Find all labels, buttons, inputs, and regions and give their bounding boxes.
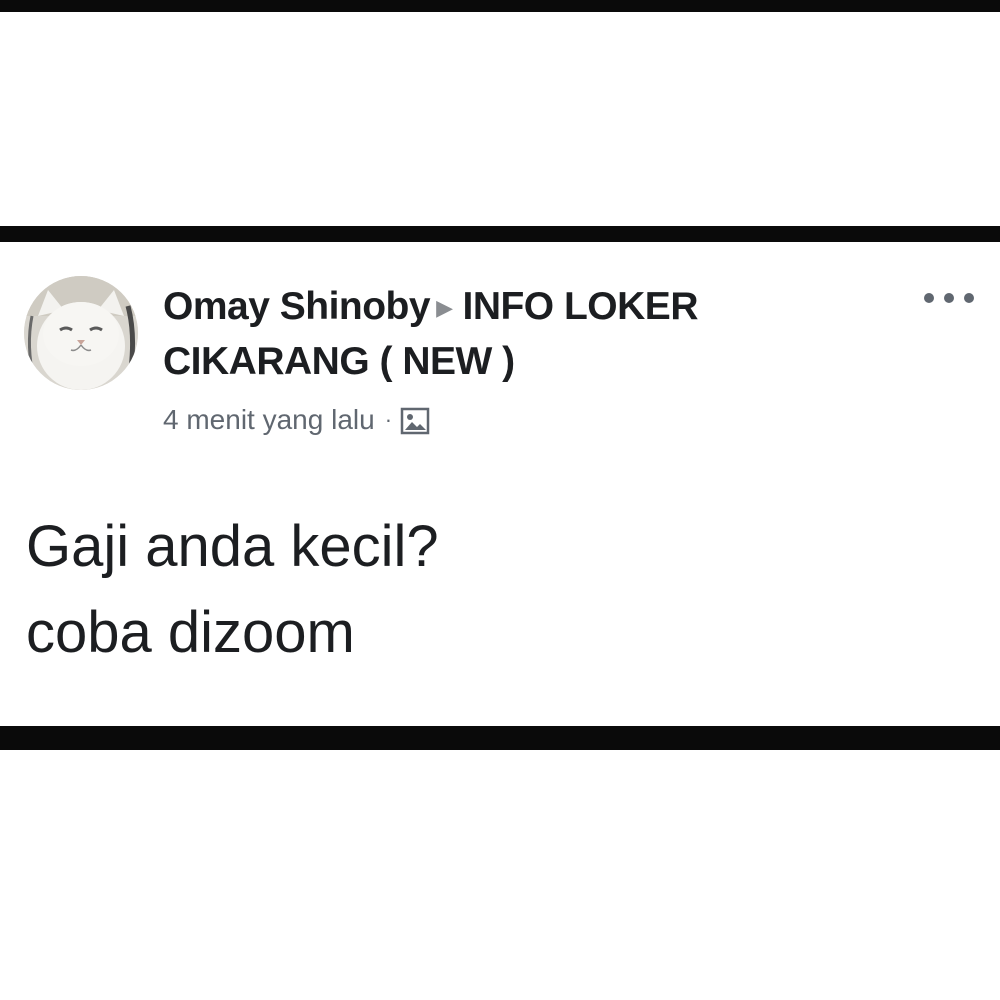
top-black-bar	[0, 0, 1000, 12]
menu-dot	[944, 293, 954, 303]
post-top-border	[0, 226, 1000, 242]
author-name[interactable]: Omay Shinoby	[163, 285, 431, 328]
cat-avatar-icon	[24, 276, 138, 390]
photo-audience-icon	[400, 406, 430, 436]
menu-dot	[924, 293, 934, 303]
post-header: Omay Shinoby ▶ INFO LOKER CIKARANG ( NEW )	[163, 280, 863, 389]
post-body-line-2: coba dizoom	[26, 600, 355, 665]
menu-dot	[964, 293, 974, 303]
facebook-post: Omay Shinoby ▶ INFO LOKER CIKARANG ( NEW )…	[0, 242, 1000, 726]
post-body: Gaji anda kecil? coba dizoom	[26, 504, 439, 676]
post-bottom-border	[0, 726, 1000, 750]
meta-separator: ·	[384, 407, 393, 432]
post-timestamp[interactable]: 4 menit yang lalu	[163, 400, 375, 440]
screenshot-frame: Omay Shinoby ▶ INFO LOKER CIKARANG ( NEW )…	[0, 0, 1000, 1000]
post-meta: 4 menit yang lalu ·	[163, 400, 430, 440]
arrow-right-icon: ▶	[436, 295, 453, 320]
post-body-line-1: Gaji anda kecil?	[26, 514, 439, 579]
avatar[interactable]	[24, 276, 138, 390]
more-options-icon[interactable]	[924, 286, 974, 310]
